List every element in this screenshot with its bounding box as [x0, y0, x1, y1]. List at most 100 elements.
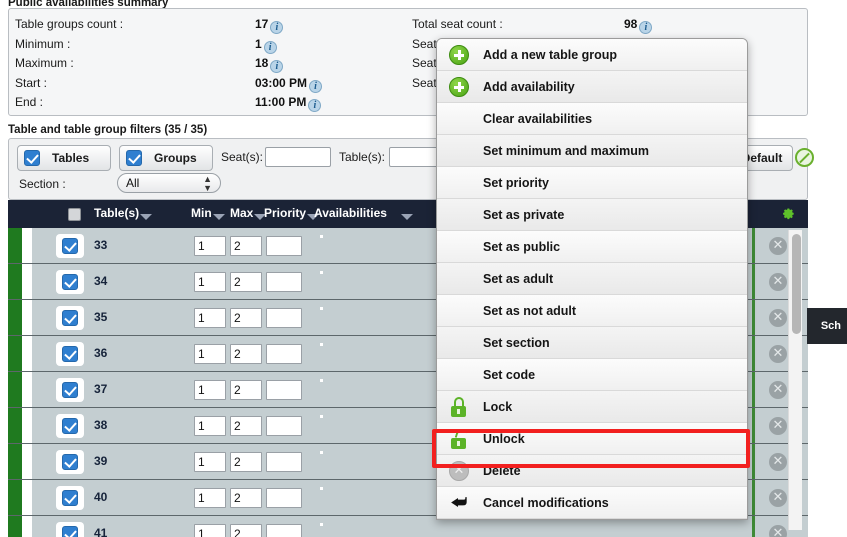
row-delete-button[interactable]: ✕: [769, 453, 787, 471]
row-priority-input[interactable]: [266, 236, 302, 256]
row-priority-input[interactable]: [266, 308, 302, 328]
info-icon[interactable]: i: [270, 60, 284, 73]
row-table-number: 34: [94, 274, 108, 288]
row-delete-button[interactable]: ✕: [769, 273, 787, 291]
menu-item-set-as-adult[interactable]: Set as adult: [437, 263, 747, 295]
menu-item-add-a-new-table-group[interactable]: Add a new table group: [437, 39, 747, 71]
row-delete-button[interactable]: ✕: [769, 381, 787, 399]
row-checkbox[interactable]: [56, 378, 84, 402]
row-min-input[interactable]: [194, 272, 226, 292]
checkbox-icon[interactable]: [62, 526, 78, 537]
filter-toggle-groups[interactable]: Groups: [119, 145, 213, 171]
checkbox-icon[interactable]: [62, 490, 78, 506]
row-min-input[interactable]: [194, 488, 226, 508]
row-right-marker: [752, 480, 755, 515]
info-icon[interactable]: i: [263, 40, 277, 54]
info-icon[interactable]: i: [309, 79, 323, 93]
column-header-availabilities[interactable]: Availabilities: [314, 206, 413, 220]
menu-item-unlock[interactable]: Unlock: [437, 423, 747, 455]
checkbox-icon[interactable]: [62, 454, 78, 470]
row-delete-button[interactable]: ✕: [769, 525, 787, 537]
checkbox-icon[interactable]: [24, 150, 40, 166]
column-header-min[interactable]: Min: [191, 206, 225, 220]
menu-item-set-code[interactable]: Set code: [437, 359, 747, 391]
checkbox-icon[interactable]: [62, 418, 78, 434]
column-header-priority[interactable]: Priority: [264, 206, 320, 220]
checkbox-icon[interactable]: [62, 274, 78, 290]
row-checkbox[interactable]: [56, 306, 84, 330]
info-icon[interactable]: i: [639, 21, 653, 34]
menu-item-set-as-public[interactable]: Set as public: [437, 231, 747, 263]
menu-item-set-minimum-and-maximum[interactable]: Set minimum and maximum: [437, 135, 747, 167]
row-priority-input[interactable]: [266, 272, 302, 292]
gear-icon[interactable]: [780, 206, 796, 222]
column-header-tables[interactable]: Table(s): [94, 206, 153, 220]
no-entry-icon[interactable]: [795, 148, 814, 167]
menu-item-cancel-modifications[interactable]: ⮨ Cancel modifications: [437, 487, 747, 519]
row-max-input[interactable]: [230, 308, 262, 328]
context-menu[interactable]: Add a new table group Add availability Cle…: [436, 38, 748, 520]
availability-marker: [320, 379, 323, 382]
row-priority-input[interactable]: [266, 380, 302, 400]
row-delete-button[interactable]: ✕: [769, 489, 787, 507]
menu-item-delete[interactable]: ✕ Delete: [437, 455, 747, 487]
row-delete-button[interactable]: ✕: [769, 417, 787, 435]
menu-item-lock[interactable]: Lock: [437, 391, 747, 423]
row-max-input[interactable]: [230, 524, 262, 537]
row-checkbox[interactable]: [56, 234, 84, 258]
row-priority-input[interactable]: [266, 416, 302, 436]
table-scrollbar[interactable]: [788, 230, 802, 530]
row-min-input[interactable]: [194, 416, 226, 436]
select-all-checkbox[interactable]: [68, 208, 81, 221]
row-max-input[interactable]: [230, 452, 262, 472]
row-checkbox[interactable]: [56, 414, 84, 438]
info-icon[interactable]: i: [308, 99, 322, 112]
menu-item-label: Set as not adult: [483, 304, 577, 318]
menu-item-add-availability[interactable]: Add availability: [437, 71, 747, 103]
checkbox-icon[interactable]: [62, 238, 78, 254]
row-checkbox[interactable]: [56, 450, 84, 474]
row-max-input[interactable]: [230, 380, 262, 400]
row-priority-input[interactable]: [266, 452, 302, 472]
menu-item-set-priority[interactable]: Set priority: [437, 167, 747, 199]
sort-caret-icon: [212, 214, 225, 220]
menu-item-set-as-private[interactable]: Set as private: [437, 199, 747, 231]
row-min-input[interactable]: [194, 344, 226, 364]
row-min-input[interactable]: [194, 524, 226, 537]
filter-toggle-tables[interactable]: Tables: [17, 145, 111, 171]
row-delete-button[interactable]: ✕: [769, 309, 787, 327]
row-checkbox[interactable]: [56, 270, 84, 294]
column-header-max[interactable]: Max: [230, 206, 267, 220]
row-delete-button[interactable]: ✕: [769, 345, 787, 363]
scrollbar-thumb[interactable]: [792, 234, 801, 334]
menu-item-set-section[interactable]: Set section: [437, 327, 747, 359]
row-priority-input[interactable]: [266, 524, 302, 537]
section-select[interactable]: All ▲ ▼: [117, 173, 221, 193]
checkbox-icon[interactable]: [126, 150, 142, 166]
checkbox-icon[interactable]: [62, 382, 78, 398]
row-min-input[interactable]: [194, 380, 226, 400]
row-min-input[interactable]: [194, 452, 226, 472]
row-min-input[interactable]: [194, 236, 226, 256]
row-delete-button[interactable]: ✕: [769, 237, 787, 255]
row-max-input[interactable]: [230, 272, 262, 292]
row-priority-input[interactable]: [266, 344, 302, 364]
schedule-side-tab[interactable]: Sch: [806, 308, 847, 344]
row-max-input[interactable]: [230, 236, 262, 256]
info-icon[interactable]: i: [270, 21, 284, 34]
seats-filter-input[interactable]: [265, 147, 331, 167]
menu-item-clear-availabilities[interactable]: Clear availabilities: [437, 103, 747, 135]
checkbox-icon[interactable]: [62, 310, 78, 326]
row-checkbox[interactable]: [56, 486, 84, 510]
row-max-input[interactable]: [230, 488, 262, 508]
row-checkbox[interactable]: [56, 522, 84, 537]
summary-label: Seat: [412, 75, 437, 90]
row-checkbox[interactable]: [56, 342, 84, 366]
menu-item-set-as-not-adult[interactable]: Set as not adult: [437, 295, 747, 327]
checkbox-icon[interactable]: [62, 346, 78, 362]
row-max-input[interactable]: [230, 416, 262, 436]
row-priority-input[interactable]: [266, 488, 302, 508]
row-min-input[interactable]: [194, 308, 226, 328]
chevron-updown-icon: ▲ ▼: [203, 174, 212, 193]
row-max-input[interactable]: [230, 344, 262, 364]
